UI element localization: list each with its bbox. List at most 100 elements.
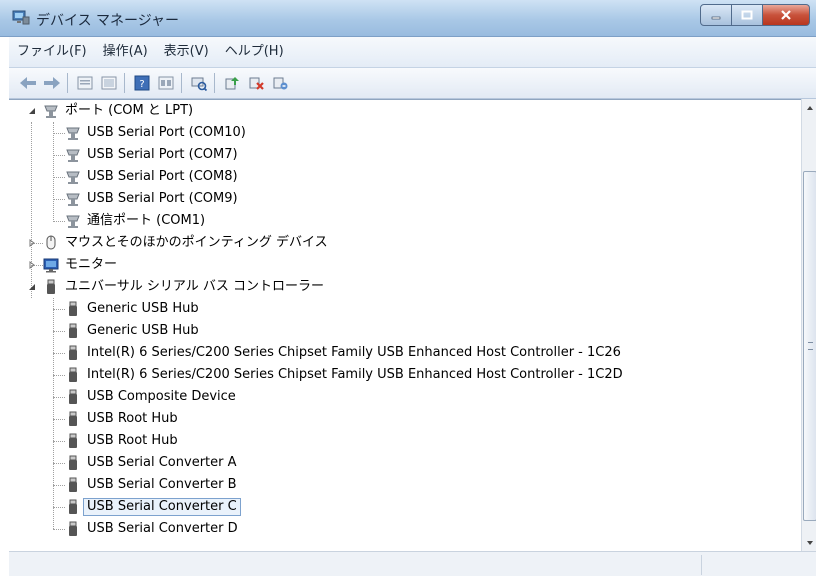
device-manager-icon [12, 9, 30, 25]
usb-plug-icon [65, 367, 81, 383]
tree-connector [53, 199, 65, 200]
tree-connector [53, 529, 65, 530]
maximize-button[interactable] [732, 4, 763, 26]
forward-icon [44, 77, 60, 89]
device-label: USB Serial Converter B [87, 477, 237, 492]
forward-button[interactable] [41, 72, 63, 94]
usb-plug-icon [65, 345, 81, 361]
scroll-down-button[interactable] [802, 534, 816, 551]
back-button[interactable] [17, 72, 39, 94]
tree-item-usb[interactable]: USB Root Hub [65, 408, 178, 430]
tree-item-port[interactable]: USB Serial Port (COM7) [65, 144, 238, 166]
menu-view[interactable]: 表示(V) [156, 37, 217, 67]
tree-item-port[interactable]: USB Serial Port (COM8) [65, 166, 238, 188]
tree-item-usb[interactable]: Generic USB Hub [65, 298, 199, 320]
minimize-icon [711, 16, 721, 20]
tree-connector [53, 485, 65, 486]
tree-item-usb[interactable]: USB Composite Device [65, 386, 236, 408]
device-label: USB Root Hub [87, 411, 178, 426]
tree-item-usb[interactable]: Intel(R) 6 Series/C200 Series Chipset Fa… [65, 342, 621, 364]
help-button[interactable]: ? [131, 72, 153, 94]
usb-plug-icon [65, 433, 81, 449]
tree-connector [53, 133, 65, 134]
details-view-button[interactable] [155, 72, 177, 94]
scan-hardware-button[interactable] [188, 72, 210, 94]
port-connector-icon [43, 103, 59, 119]
device-label: USB Serial Port (COM7) [87, 147, 238, 162]
close-button[interactable] [763, 4, 810, 26]
device-label: 通信ポート (COM1) [87, 213, 206, 228]
window-controls [700, 4, 810, 26]
tree-connector [53, 155, 65, 156]
port-connector-icon [65, 213, 81, 229]
minimize-button[interactable] [700, 4, 732, 26]
uninstall-device-button[interactable] [269, 72, 291, 94]
category-label: モニター [65, 257, 118, 272]
tree-item-usb[interactable]: USB Root Hub [65, 430, 178, 452]
device-manager-window: デバイス マネージャー ファイル(F) 操作(A) 表示(V) ヘルプ(H) ?… [0, 0, 816, 576]
usb-plug-icon [43, 279, 59, 295]
collapse-ports-toggle[interactable] [27, 106, 37, 116]
tree-item-port[interactable]: USB Serial Port (COM9) [65, 188, 238, 210]
menu-help[interactable]: ヘルプ(H) [217, 37, 292, 67]
collapse-usb-toggle[interactable] [27, 282, 37, 292]
title-bar[interactable]: デバイス マネージャー [0, 0, 816, 37]
menu-bar: ファイル(F) 操作(A) 表示(V) ヘルプ(H) [9, 37, 816, 68]
tree-item-usb[interactable]: USB Serial Converter B [65, 474, 237, 496]
tree-item-port[interactable]: USB Serial Port (COM10) [65, 122, 246, 144]
menu-action[interactable]: 操作(A) [95, 37, 156, 67]
tree-item-usb[interactable]: USB Serial Converter A [65, 452, 237, 474]
expanded-triangle-icon [29, 108, 35, 114]
usb-plug-icon [65, 521, 81, 537]
vertical-scrollbar[interactable] [801, 99, 816, 551]
collapsed-triangle-icon [29, 239, 35, 247]
usb-plug-icon [65, 389, 81, 405]
tree-item-usb[interactable]: Intel(R) 6 Series/C200 Series Chipset Fa… [65, 364, 623, 386]
back-icon [20, 77, 36, 89]
tree-category-usb[interactable]: ユニバーサル シリアル バス コントローラー [43, 276, 324, 298]
help-icon: ? [134, 75, 150, 91]
mouse-icon [43, 235, 59, 251]
device-label: USB Serial Port (COM9) [87, 191, 238, 206]
grip-icon [808, 342, 813, 350]
scroll-up-button[interactable] [802, 99, 816, 116]
tree-connector [53, 298, 54, 529]
device-label: Intel(R) 6 Series/C200 Series Chipset Fa… [87, 367, 623, 382]
toolbar: ? [9, 68, 816, 99]
usb-plug-icon [65, 477, 81, 493]
collapsed-triangle-icon [29, 261, 35, 269]
tree-item-usb[interactable]: Generic USB Hub [65, 320, 199, 342]
show-hidden-icon [101, 76, 117, 90]
tree-category-mouse[interactable]: マウスとそのほかのポインティング デバイス [43, 232, 328, 254]
disable-device-button[interactable] [245, 72, 267, 94]
uninstall-device-icon [273, 77, 288, 90]
properties-view-button[interactable] [74, 72, 96, 94]
monitor-icon [43, 257, 59, 273]
update-driver-button[interactable] [221, 72, 243, 94]
usb-plug-icon [65, 499, 81, 515]
device-label: Intel(R) 6 Series/C200 Series Chipset Fa… [87, 345, 621, 360]
show-hidden-button[interactable] [98, 72, 120, 94]
tree-category-monitor[interactable]: モニター [43, 254, 117, 276]
port-connector-icon [65, 147, 81, 163]
device-label: USB Serial Converter D [87, 521, 238, 536]
tree-category-ports[interactable]: ポート (COM と LPT) [43, 100, 193, 122]
usb-plug-icon [65, 411, 81, 427]
maximize-icon [741, 10, 753, 20]
expand-mouse-toggle[interactable] [27, 238, 37, 248]
tree-connector [53, 331, 65, 332]
tree-item-port[interactable]: 通信ポート (COM1) [65, 210, 205, 232]
scrollbar-thumb[interactable] [803, 171, 816, 521]
port-connector-icon [65, 191, 81, 207]
device-label: USB Root Hub [87, 433, 178, 448]
tree-connector [53, 177, 65, 178]
tree-item-usb-selected[interactable]: USB Serial Converter C [65, 496, 241, 518]
expanded-triangle-icon [29, 284, 35, 290]
tree-item-usb[interactable]: USB Serial Converter D [65, 518, 238, 540]
tree-connector [53, 441, 65, 442]
expand-monitor-toggle[interactable] [27, 260, 37, 270]
device-label: USB Composite Device [87, 389, 236, 404]
menu-file[interactable]: ファイル(F) [9, 37, 95, 67]
device-tree[interactable]: ポート (COM と LPT) USB Serial Port (COM10) … [9, 99, 801, 552]
toolbar-separator [181, 73, 182, 93]
